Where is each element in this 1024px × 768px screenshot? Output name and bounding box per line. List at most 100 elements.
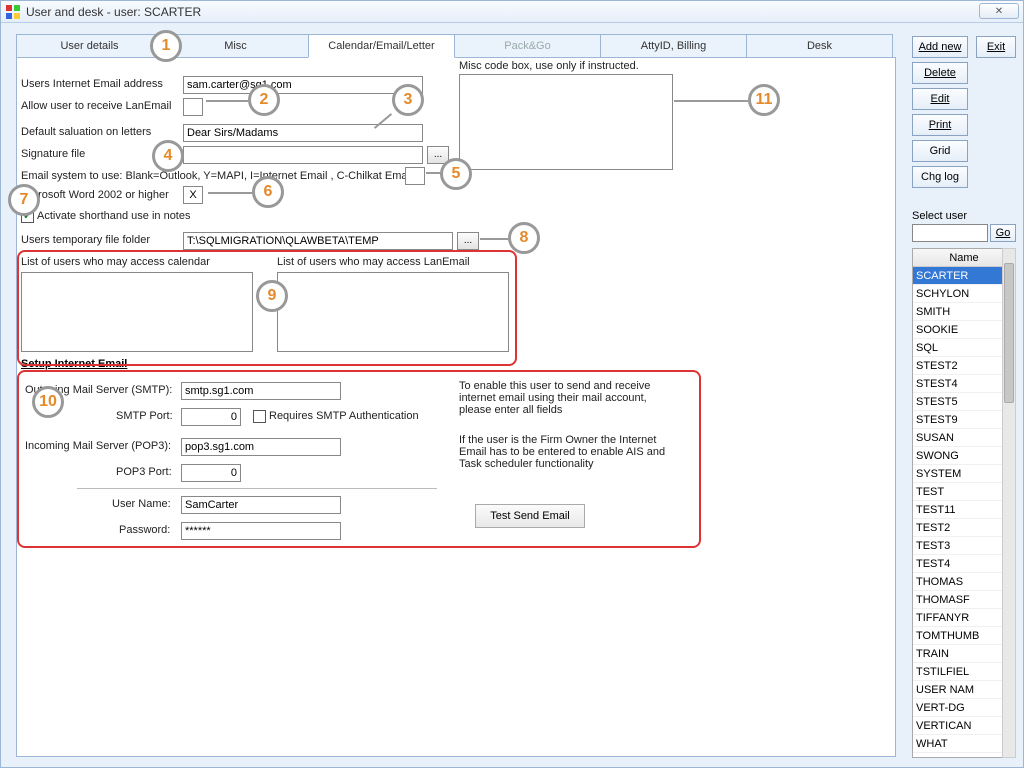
tab-label: AttyID, Billing xyxy=(641,40,706,52)
temp-folder-browse-button[interactable]: ... xyxy=(457,232,479,250)
tab-calendar-email-letter[interactable]: Calendar/Email/Letter xyxy=(308,34,455,58)
tab-desk[interactable]: Desk xyxy=(746,34,893,58)
window-close-button[interactable]: ✕ xyxy=(979,3,1019,19)
label-password: Password: xyxy=(119,524,170,536)
label-temp-folder: Users temporary file folder xyxy=(21,234,150,246)
table-row[interactable]: SUSAN xyxy=(913,429,1015,447)
label-misc-code: Misc code box, use only if instructed. xyxy=(459,60,639,72)
email-system-input[interactable] xyxy=(405,167,425,185)
access-calendar-list[interactable] xyxy=(21,272,253,352)
signature-browse-button[interactable]: ... xyxy=(427,146,449,164)
scrollbar-thumb[interactable] xyxy=(1004,263,1014,403)
pop3-port-input[interactable] xyxy=(181,464,241,482)
table-row[interactable]: SQL xyxy=(913,339,1015,357)
misc-code-textarea[interactable] xyxy=(459,74,673,170)
table-row[interactable]: THOMASF xyxy=(913,591,1015,609)
tab-label: User details xyxy=(60,40,118,52)
help-text-2: If the user is the Firm Owner the Intern… xyxy=(459,434,679,470)
password-input[interactable] xyxy=(181,522,341,540)
table-row[interactable]: TEST3 xyxy=(913,537,1015,555)
table-row[interactable]: USER NAM xyxy=(913,681,1015,699)
button-label: Exit xyxy=(987,41,1005,53)
label-activate-shorthand: Activate shorthand use in notes xyxy=(37,210,190,222)
column-header-label: Name xyxy=(949,252,978,264)
button-label: Go xyxy=(996,227,1011,239)
table-row[interactable]: SCARTER xyxy=(913,267,1015,285)
titlebar: User and desk - user: SCARTER ✕ xyxy=(1,1,1023,23)
setup-internet-email-heading: Setup Internet Email xyxy=(21,358,127,370)
print-button[interactable]: Print xyxy=(912,114,968,136)
table-row[interactable]: STEST9 xyxy=(913,411,1015,429)
table-row[interactable]: WHAT xyxy=(913,735,1015,753)
chg-log-button[interactable]: Chg log xyxy=(912,166,968,188)
salutation-input[interactable] xyxy=(183,124,423,142)
table-row[interactable]: TEST xyxy=(913,483,1015,501)
requires-smtp-auth-checkbox[interactable] xyxy=(253,410,266,423)
divider xyxy=(77,488,437,489)
signature-input[interactable] xyxy=(183,146,423,164)
table-row[interactable]: SWONG xyxy=(913,447,1015,465)
smtp-server-input[interactable] xyxy=(181,382,341,400)
tab-misc[interactable]: Misc xyxy=(162,34,309,58)
delete-button[interactable]: Delete xyxy=(912,62,968,84)
access-lanemail-list[interactable] xyxy=(277,272,509,352)
table-row[interactable]: TRAIN xyxy=(913,645,1015,663)
table-row[interactable]: SYSTEM xyxy=(913,465,1015,483)
exit-button[interactable]: Exit xyxy=(976,36,1016,58)
label-smtp-server: Outgoing Mail Server (SMTP): xyxy=(25,384,172,396)
table-row[interactable]: STEST5 xyxy=(913,393,1015,411)
table-row[interactable]: TIFFANYR xyxy=(913,609,1015,627)
grid-body: SCARTERSCHYLONSMITHSOOKIESQLSTEST2STEST4… xyxy=(913,267,1015,759)
table-row[interactable]: STEST2 xyxy=(913,357,1015,375)
table-row[interactable]: TEST2 xyxy=(913,519,1015,537)
tab-label: Calendar/Email/Letter xyxy=(328,40,434,52)
grid-scrollbar[interactable] xyxy=(1002,248,1016,758)
go-button[interactable]: Go xyxy=(990,224,1016,242)
label-pop3-port: POP3 Port: xyxy=(116,466,172,478)
label-word2002: Microsoft Word 2002 or higher xyxy=(21,189,169,201)
label-select-user: Select user xyxy=(912,210,967,222)
button-label: Edit xyxy=(931,93,950,105)
action-button-column: Add new Delete Edit Print Grid Chg log xyxy=(912,36,968,188)
temp-folder-input[interactable] xyxy=(183,232,453,250)
tab-attyid-billing[interactable]: AttyID, Billing xyxy=(600,34,747,58)
label-access-lanemail: List of users who may access LanEmail xyxy=(277,256,470,268)
table-row[interactable]: STEST4 xyxy=(913,375,1015,393)
table-row[interactable]: SOOKIE xyxy=(913,321,1015,339)
table-row[interactable]: THOMAS xyxy=(913,573,1015,591)
table-row[interactable]: TEST11 xyxy=(913,501,1015,519)
tab-packgo[interactable]: Pack&Go xyxy=(454,34,601,58)
test-send-email-button[interactable]: Test Send Email xyxy=(475,504,585,528)
label-access-calendar: List of users who may access calendar xyxy=(21,256,210,268)
grid-column-header-name[interactable]: Name ▲ xyxy=(913,249,1015,267)
table-row[interactable]: TEST4 xyxy=(913,555,1015,573)
email-addr-input[interactable] xyxy=(183,76,423,94)
pop3-server-input[interactable] xyxy=(181,438,341,456)
table-row[interactable]: SCHYLON xyxy=(913,285,1015,303)
add-new-button[interactable]: Add new xyxy=(912,36,968,58)
tab-user-details[interactable]: User details xyxy=(16,34,163,58)
user-name-input[interactable] xyxy=(181,496,341,514)
table-row[interactable]: TOMTHUMB xyxy=(913,627,1015,645)
label-pop3-server: Incoming Mail Server (POP3): xyxy=(25,440,171,452)
edit-button[interactable]: Edit xyxy=(912,88,968,110)
table-row[interactable]: SMITH xyxy=(913,303,1015,321)
label-smtp-port: SMTP Port: xyxy=(116,410,173,422)
button-label: Print xyxy=(929,119,952,131)
tab-panel-calendar: Users Internet Email address Allow user … xyxy=(16,57,896,757)
tab-label: Desk xyxy=(807,40,832,52)
user-grid: Name ▲ SCARTERSCHYLONSMITHSOOKIESQLSTEST… xyxy=(912,248,1016,758)
table-row[interactable]: TSTILFIEL xyxy=(913,663,1015,681)
tab-label: Pack&Go xyxy=(504,40,550,52)
table-row[interactable]: VERTICAN xyxy=(913,717,1015,735)
window-title: User and desk - user: SCARTER xyxy=(26,5,201,19)
allow-lanemail-input[interactable] xyxy=(183,98,203,116)
close-icon: ✕ xyxy=(995,6,1003,17)
smtp-port-input[interactable] xyxy=(181,408,241,426)
select-user-input[interactable] xyxy=(912,224,988,242)
table-row[interactable]: VERT-DG xyxy=(913,699,1015,717)
grid-button[interactable]: Grid xyxy=(912,140,968,162)
label-email-addr: Users Internet Email address xyxy=(21,78,163,90)
activate-shorthand-checkbox[interactable] xyxy=(21,210,34,223)
word2002-input[interactable] xyxy=(183,186,203,204)
